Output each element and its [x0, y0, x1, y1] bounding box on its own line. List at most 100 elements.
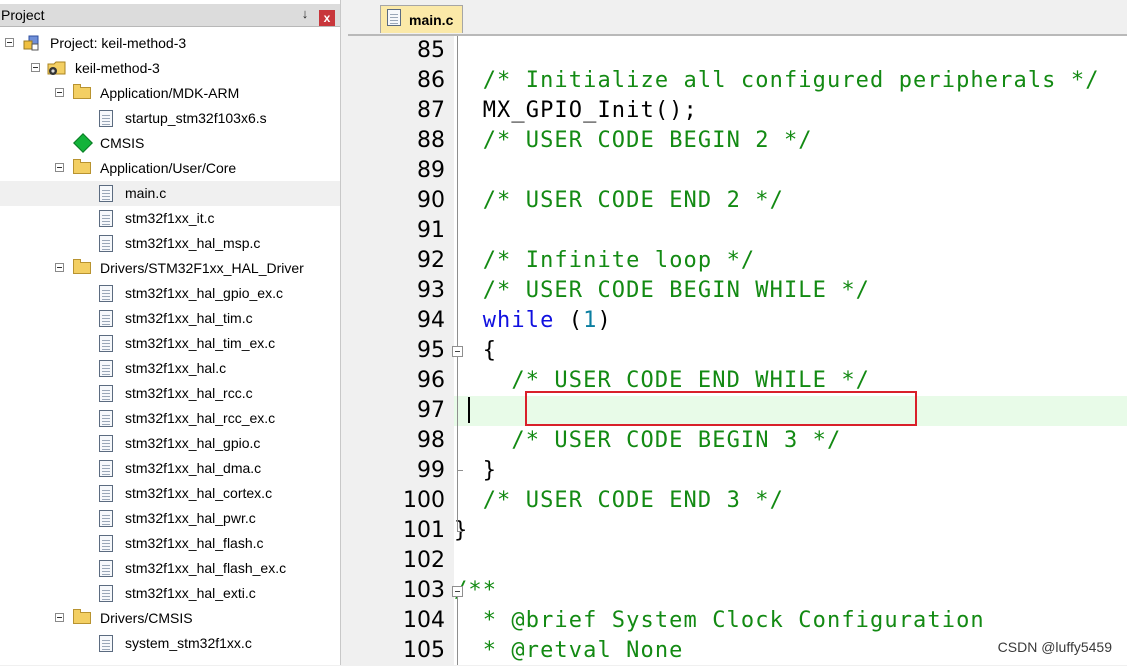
tree-item-label: stm32f1xx_hal_tim.c: [125, 310, 253, 326]
line-number: 92: [417, 248, 445, 273]
tree-item-label: CMSIS: [100, 135, 145, 151]
watermark: CSDN @luffy5459: [997, 639, 1112, 655]
folder-icon: [73, 609, 91, 627]
fold-guide-line: [457, 597, 458, 665]
file-icon: [97, 509, 115, 527]
line-number: 103: [403, 578, 445, 603]
tree-file-item[interactable]: stm32f1xx_hal_tim_ex.c: [0, 331, 340, 356]
collapse-toggle-icon[interactable]: [55, 613, 64, 622]
collapse-toggle-icon[interactable]: [5, 38, 14, 47]
tree-group-item[interactable]: Drivers/CMSIS: [0, 606, 340, 631]
file-icon: [97, 109, 115, 127]
tree-file-item[interactable]: stm32f1xx_hal_msp.c: [0, 231, 340, 256]
file-icon: [97, 409, 115, 427]
line-number: 95: [417, 338, 445, 363]
tree-item-label: keil-method-3: [75, 60, 160, 76]
line-number: 101: [403, 518, 445, 543]
line-number: 94: [417, 308, 445, 333]
tree-group-item[interactable]: Drivers/STM32F1xx_HAL_Driver: [0, 256, 340, 281]
tree-file-item[interactable]: stm32f1xx_it.c: [0, 206, 340, 231]
folder-icon: [73, 159, 91, 177]
tree-file-item[interactable]: stm32f1xx_hal.c: [0, 356, 340, 381]
tree-file-item[interactable]: stm32f1xx_hal_dma.c: [0, 456, 340, 481]
annotation-highlight-box: [525, 391, 917, 426]
code-editor[interactable]: main.c 85 86 87 88 89 90 91 92 93 94 95 96 97 98 99 100…: [348, 0, 1127, 665]
line-number: 100: [403, 488, 445, 513]
tree-group-item[interactable]: keil-method-3: [0, 56, 340, 81]
tree-item-label: stm32f1xx_hal_flash_ex.c: [125, 560, 287, 576]
cmsis-component-icon: [73, 133, 93, 153]
tree-item-label: stm32f1xx_hal_pwr.c: [125, 510, 256, 526]
tree-item-label: main.c: [125, 185, 167, 201]
line-number: 105: [403, 638, 445, 663]
line-number: 97: [417, 398, 445, 423]
tree-file-item[interactable]: stm32f1xx_hal_rcc.c: [0, 381, 340, 406]
tree-file-item[interactable]: system_stm32f1xx.c: [0, 631, 340, 656]
tree-item-label: stm32f1xx_hal_flash.c: [125, 535, 264, 551]
file-icon: [97, 184, 115, 202]
tree-file-item[interactable]: stm32f1xx_hal_gpio_ex.c: [0, 281, 340, 306]
tree-group-item[interactable]: CMSIS: [0, 131, 340, 156]
tree-file-item[interactable]: stm32f1xx_hal_pwr.c: [0, 506, 340, 531]
project-panel: Project ↓ x Project: keil-method-3 keil-m…: [0, 0, 341, 665]
code-line: /* USER CODE BEGIN 3 */: [511, 428, 842, 453]
file-icon: [97, 584, 115, 602]
collapse-toggle-icon[interactable]: [55, 88, 64, 97]
fold-collapse-icon[interactable]: [452, 586, 463, 597]
code-line: /* USER CODE BEGIN 2 */: [482, 128, 813, 153]
fold-guide-line: [457, 471, 458, 531]
tree-group-item[interactable]: Project: keil-method-3: [0, 31, 340, 56]
file-icon: [386, 9, 404, 29]
code-line: * @brief System Clock Configuration: [454, 608, 985, 633]
code-line: while (1): [482, 308, 612, 333]
code-line: /* Infinite loop */: [482, 248, 756, 273]
tab-main-c[interactable]: main.c: [380, 5, 463, 33]
code-area[interactable]: /* Initialize all configured peripherals…: [454, 36, 1127, 665]
line-number: 86: [417, 68, 445, 93]
close-icon[interactable]: x: [319, 10, 335, 26]
tree-file-item[interactable]: stm32f1xx_hal_gpio.c: [0, 431, 340, 456]
pin-icon[interactable]: ↓: [297, 6, 313, 22]
collapse-toggle-icon[interactable]: [31, 63, 40, 72]
panel-title: Project: [1, 7, 45, 23]
tree-file-item[interactable]: stm32f1xx_hal_tim.c: [0, 306, 340, 331]
file-icon: [97, 534, 115, 552]
tree-file-item[interactable]: stm32f1xx_hal_flash.c: [0, 531, 340, 556]
code-line: /* USER CODE END 2 */: [482, 188, 784, 213]
tree-item-label: stm32f1xx_hal_rcc_ex.c: [125, 410, 276, 426]
code-line: /* USER CODE END 3 */: [482, 488, 784, 513]
tree-item-label: Drivers/CMSIS: [100, 610, 193, 626]
tree-item-label: Application/User/Core: [100, 160, 237, 176]
code-line: MX_GPIO_Init();: [454, 98, 698, 123]
tree-file-item[interactable]: main.c: [0, 181, 340, 206]
file-icon: [97, 459, 115, 477]
line-number: 102: [403, 548, 445, 573]
tree-file-item[interactable]: stm32f1xx_hal_rcc_ex.c: [0, 406, 340, 431]
line-number: 99: [417, 458, 445, 483]
tree-item-label: Drivers/STM32F1xx_HAL_Driver: [100, 260, 304, 276]
tree-group-item[interactable]: Application/MDK-ARM: [0, 81, 340, 106]
tree-file-item[interactable]: startup_stm32f103x6.s: [0, 106, 340, 131]
tree-item-label: stm32f1xx_hal.c: [125, 360, 227, 376]
fold-guide-line: [457, 357, 458, 470]
collapse-toggle-icon[interactable]: [55, 263, 64, 272]
code-line: * @retval None: [454, 638, 684, 663]
tree-file-item[interactable]: stm32f1xx_hal_exti.c: [0, 581, 340, 606]
tree-group-item[interactable]: Application/User/Core: [0, 156, 340, 181]
file-icon: [97, 334, 115, 352]
target-folder-icon: [47, 59, 66, 77]
file-icon: [97, 209, 115, 227]
tree-item-label: stm32f1xx_hal_rcc.c: [125, 385, 253, 401]
code-line: }: [454, 458, 498, 483]
tree-item-label: Application/MDK-ARM: [100, 85, 240, 101]
line-number: 89: [417, 158, 445, 183]
line-number: 88: [417, 128, 445, 153]
tree-item-label: Project: keil-method-3: [50, 35, 187, 51]
collapse-toggle-icon[interactable]: [55, 163, 64, 172]
fold-collapse-icon[interactable]: [452, 346, 463, 357]
tree-file-item[interactable]: stm32f1xx_hal_flash_ex.c: [0, 556, 340, 581]
file-icon: [97, 484, 115, 502]
file-icon: [97, 359, 115, 377]
tree-file-item[interactable]: stm32f1xx_hal_cortex.c: [0, 481, 340, 506]
file-icon: [97, 234, 115, 252]
